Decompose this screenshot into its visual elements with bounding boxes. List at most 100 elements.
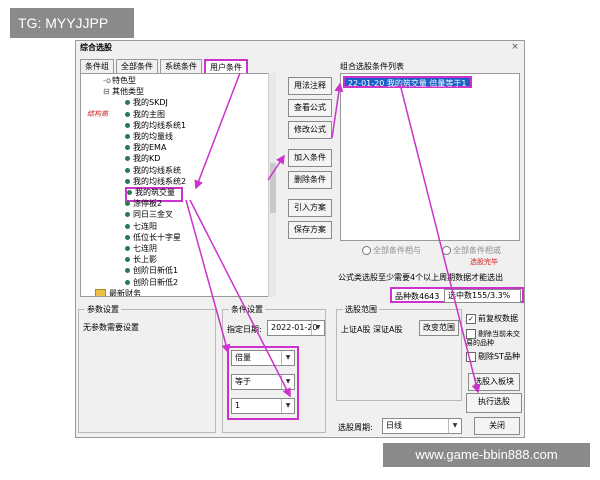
delete-condition-button[interactable]: 删除条件 <box>288 171 332 189</box>
tree-branch[interactable]: -o特色型 <box>103 75 136 86</box>
condition-tree[interactable]: -o特色型 ⊟ 其他类型 我的SKDJ 我的主图 我的均线系统1 我的均量线 我的EMA 我的K… <box>80 73 276 297</box>
chevron-down-icon: ▼ <box>448 419 461 433</box>
tree-leaf[interactable]: 我的均线系统1 <box>125 120 186 131</box>
close-button[interactable]: 关闭 <box>474 417 520 435</box>
date-label: 指定日期: <box>227 325 262 334</box>
usage-button[interactable]: 用法注释 <box>288 77 332 95</box>
combo-value-value: 1 <box>235 401 241 410</box>
tree-leaf[interactable]: 我的均线系统 <box>125 165 181 176</box>
tree-leaf[interactable]: 我的KD <box>125 153 160 164</box>
tree-leaf[interactable]: 低位长十字星 <box>125 232 181 243</box>
tree-node-label: 涤停板2 <box>133 199 163 209</box>
tree-leaf[interactable]: 七连阴 <box>125 243 157 254</box>
window-title: 综合选股 <box>80 43 112 52</box>
param-combo-operator[interactable]: 等于 ▼ <box>231 374 295 390</box>
tree-toggle-icon[interactable]: ⊟ <box>103 86 110 97</box>
tree-node-label: 低位长十字星 <box>133 232 181 242</box>
tree-leaf[interactable]: 长上影 <box>125 254 157 265</box>
formula-icon <box>125 156 130 162</box>
formula-icon <box>125 279 130 285</box>
watermark-top: TG: MYYJJPP <box>10 8 134 38</box>
change-range-button[interactable]: 改变范围 <box>419 320 459 336</box>
radio-icon <box>362 246 371 255</box>
formula-icon <box>125 223 130 229</box>
add-condition-button[interactable]: 加入条件 <box>288 149 332 167</box>
watermark-bottom: www.game-bbin888.com <box>383 443 590 467</box>
condition-setup-title: 条件设置 <box>229 304 265 315</box>
params-text: 无参数需要设置 <box>83 323 139 332</box>
logic-or-label: 全部条件相或 <box>453 246 501 255</box>
range-group: 选股范围 上证A股 深证A股 改变范围 <box>336 304 462 401</box>
tree-node-label: 创阶日新低1 <box>133 266 179 276</box>
formula-icon <box>125 145 130 151</box>
formula-icon <box>125 212 130 218</box>
tree-node-label: 我的均线系统2 <box>133 176 187 186</box>
date-picker[interactable]: 2022-01-20 ▼ <box>267 320 325 336</box>
tree-branch[interactable]: ⊟ 其他类型 <box>103 86 144 97</box>
tree-node-label: 七连阴 <box>133 244 157 253</box>
add-to-block-button[interactable]: 选股入板块 <box>468 373 520 391</box>
tab-system-conditions[interactable]: 系统条件 <box>160 59 202 74</box>
tree-leaf[interactable]: 我的EMA <box>125 142 166 153</box>
condition-list-item[interactable]: 22-01-20 我的筑交量 倍量等于1 <box>343 76 472 88</box>
tree-folder[interactable]: 最新财务 <box>95 288 141 297</box>
formula-icon <box>125 167 130 173</box>
execute-button[interactable]: 执行选股 <box>466 393 522 413</box>
combo-operator-value: 等于 <box>235 377 251 386</box>
logic-or-radio[interactable]: 全部条件相或 <box>442 245 501 256</box>
chevron-down-icon: ▼ <box>281 399 294 413</box>
scrollbar-thumb[interactable] <box>270 163 276 213</box>
view-formula-button[interactable]: 查看公式 <box>288 99 332 117</box>
formula-icon <box>125 111 130 117</box>
tree-leaf[interactable]: 涤停板2 <box>125 198 162 209</box>
formula-icon <box>125 178 130 184</box>
tree-node-label: 我的均线系统 <box>133 165 181 175</box>
tree-leaf[interactable]: 我的均线系统2 <box>125 176 186 187</box>
tree-leaf[interactable]: 我的主图 <box>125 109 165 120</box>
formula-icon <box>125 246 130 251</box>
check-exclude-st[interactable]: 剔除ST品种 <box>466 351 524 367</box>
tree-node-label: 我的主图 <box>133 109 165 119</box>
radio-icon <box>442 246 451 255</box>
formula-icon <box>125 134 130 139</box>
red-note: 结构高 <box>87 109 108 118</box>
tab-all-conditions[interactable]: 全部条件 <box>116 59 158 74</box>
tree-leaf[interactable]: 我的均量线 <box>125 131 173 142</box>
tree-node-label: 其他类型 <box>112 87 144 97</box>
formula-icon <box>125 268 130 274</box>
chevron-down-icon: ▼ <box>281 375 294 389</box>
condition-list[interactable]: 22-01-20 我的筑交量 倍量等于1 <box>340 73 520 241</box>
tab-condition-group[interactable]: 条件组 <box>80 59 114 74</box>
close-icon[interactable]: × <box>510 42 520 52</box>
tree-leaf[interactable]: 同日三金叉 <box>125 209 173 220</box>
tree-leaf[interactable]: 创阶日新低2 <box>125 277 178 288</box>
param-combo-value[interactable]: 1 ▼ <box>231 398 295 414</box>
tree-leaf[interactable]: 创阶日新低1 <box>125 265 178 276</box>
tree-node-label: 最新财务 <box>109 288 141 297</box>
check-fq[interactable]: ✓ 前复权数据 <box>466 313 524 329</box>
condition-list-title: 组合选股条件列表 <box>340 62 404 71</box>
range-checks: ✓ 前复权数据 剔除当前未交易的品种 剔除ST品种 <box>466 313 524 367</box>
condition-setup-group: 条件设置 指定日期: 2022-01-20 ▼ 倍量 ▼ 等于 ▼ 1 ▼ <box>222 304 326 433</box>
range-title: 选股范围 <box>343 304 379 315</box>
formula-icon <box>125 257 130 263</box>
tree-node-label: 同日三金叉 <box>133 210 173 220</box>
tree-toggle-icon[interactable]: -o <box>103 75 111 86</box>
tree-node-label: 特色型 <box>112 76 136 85</box>
tree-leaf[interactable]: 七连阳 <box>125 221 157 232</box>
period-select[interactable]: 日线 ▼ <box>382 418 462 434</box>
combo-field-value: 倍量 <box>235 353 251 362</box>
logic-and-radio[interactable]: 全部条件相与 <box>362 245 421 256</box>
save-plan-button[interactable]: 保存方案 <box>288 221 332 239</box>
folder-icon <box>95 288 106 296</box>
modify-formula-button[interactable]: 修改公式 <box>288 121 332 139</box>
tree-leaf[interactable]: 我的SKDJ <box>125 97 168 108</box>
period-value: 日线 <box>386 421 402 430</box>
param-combo-field[interactable]: 倍量 ▼ <box>231 350 295 366</box>
check-exclude-untraded[interactable]: 剔除当前未交易的品种 <box>466 329 524 351</box>
tree-node-label: 长上影 <box>133 255 157 265</box>
tree-scrollbar[interactable] <box>268 73 276 297</box>
import-plan-button[interactable]: 引入方案 <box>288 199 332 217</box>
params-title: 参数设置 <box>85 304 121 315</box>
tree-node-label: 我的均量线 <box>133 132 173 141</box>
